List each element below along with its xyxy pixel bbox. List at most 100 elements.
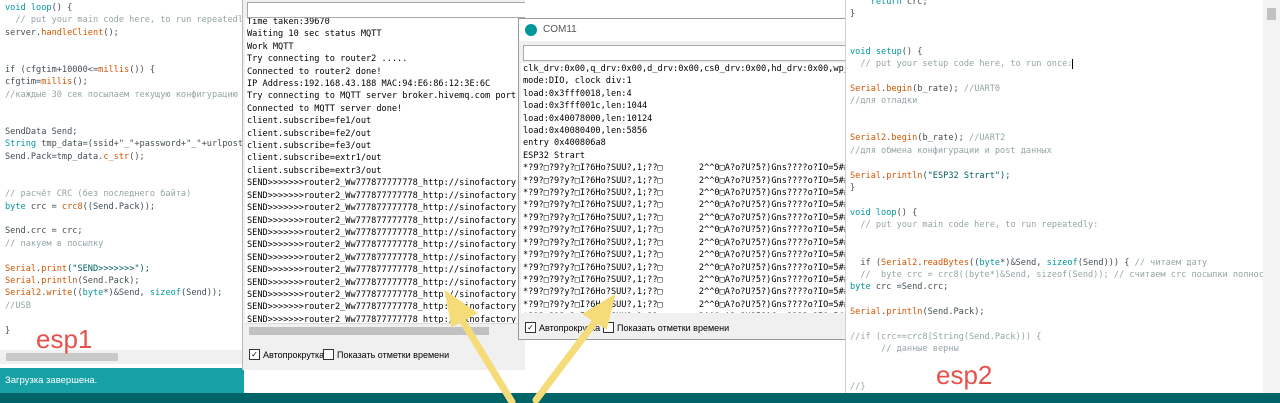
taskbar-strip — [0, 393, 1280, 403]
code-line: void setup() { — [850, 46, 923, 57]
serial-line: *?9?□?9?y?□I?6Ho?SUU?,1;??□ 2^^0□A?o?U?5… — [523, 262, 849, 273]
serial-line: *?9?□?9?y?□I?6Ho?SUU?,1;??□ 2^^0□A?o?U?5… — [523, 188, 849, 199]
code-line: server.handleClient(); — [5, 27, 119, 38]
serial-line: client.subscribe=extr3/out — [247, 165, 382, 176]
serial-line: *?9?□?9?y?□I?6Ho?SUU?,1;??□ 2^^0□A?o?U?5… — [523, 250, 849, 261]
esp2-code-editor[interactable]: return crc;} void setup() { // put your … — [845, 0, 1280, 393]
esp1-code-text[interactable]: void loop() { // put your main code here… — [5, 2, 244, 337]
serial-line: Waiting 10 sec status MQTT — [247, 29, 382, 40]
com11-autoscroll-label: Автопрокрутка — [539, 322, 601, 333]
com11-autoscroll-checkbox[interactable]: ✓ — [525, 322, 536, 333]
code-line: Send.crc = crc; — [5, 226, 83, 237]
code-line: cfgtim=millis(); — [5, 77, 88, 88]
serial-line: Try connecting to router2 ..... — [247, 54, 408, 65]
com11-titlebar[interactable]: COM11 — [519, 19, 851, 41]
serial-line: *?9?□?9?y?□I?6Ho?SUU?,1;??□ 2^^0□A?o?U?5… — [523, 311, 849, 313]
esp2-vertical-scrollbar[interactable] — [1263, 0, 1280, 393]
serial-line: SEND>>>>>>>router2_Ww777877777778_http:/… — [247, 227, 525, 238]
com11-timestamps-option[interactable]: Показать отметки времени — [603, 322, 729, 333]
com11-send-input[interactable] — [523, 45, 851, 61]
serial-line: entry 0x400806a8 — [523, 138, 606, 149]
code-line: String tmp_data=(ssid+"_"+password+"_"+u… — [5, 139, 244, 150]
timestamps-checkbox[interactable] — [323, 349, 334, 360]
serial-line: *?9?□?9?y?□I?6Ho?SUU?,1;??□ 2^^0□A?o?U?5… — [523, 274, 849, 285]
serial-line: load:0x3fff001c,len:1044 — [523, 101, 648, 112]
serial-line: client.subscribe=fe1/out — [247, 116, 372, 127]
com11-timestamps-checkbox[interactable] — [603, 322, 614, 333]
serial-line: client.subscribe=fe2/out — [247, 128, 372, 139]
code-line: //для отладки — [850, 96, 918, 107]
serial-output-area[interactable]: Time taken:39670 Waiting 10 sec status MQ… — [245, 18, 525, 323]
code-line: Serial2.begin(b_rate); //UART2 — [850, 133, 1006, 144]
serial-line: clk_drv:0x00,q_drv:0x00,d_drv:0x00,cs0_d… — [523, 64, 849, 74]
serial-output-text: Time taken:39670 Waiting 10 sec status MQ… — [247, 18, 525, 323]
serial-line: ESP32 Strart — [523, 150, 586, 161]
com11-timestamps-label: Показать отметки времени — [617, 322, 730, 333]
serial-line: *?9?□?9?y?□I?6Ho?SUU?,1;??□ 2^^0□A?o?U?5… — [523, 225, 849, 236]
serial-line: load:0x3fff0018,len:4 — [523, 88, 632, 99]
serial-line: Connected to router2 done! — [247, 66, 382, 77]
serial-output-hscrollbar[interactable] — [245, 323, 525, 338]
code-line: } — [850, 183, 856, 194]
serial-line: mode:DIO, clock div:1 — [523, 76, 632, 87]
serial-line: load:0x40080400,len:5856 — [523, 126, 648, 137]
esp1-status-text: Загрузка завершена. — [5, 375, 98, 386]
code-line: // пакуем в посылку — [5, 238, 104, 249]
code-line: Serial.begin(b_rate); //UART0 — [850, 83, 1001, 94]
serial-line: *?9?□?9?y?□I?6Ho?SUU?,1;??□ 2^^0□A?o?U?5… — [523, 237, 849, 248]
esp2-label: esp2 — [936, 360, 993, 390]
timestamps-option[interactable]: Показать отметки времени — [323, 349, 449, 360]
esp2-scrollbar-thumb[interactable] — [1267, 8, 1276, 20]
com11-autoscroll-option[interactable]: ✓ Автопрокрутка — [525, 322, 600, 333]
esp1-code-editor[interactable]: void loop() { // put your main code here… — [0, 0, 244, 368]
serial-line: Time taken:39670 — [247, 18, 330, 27]
esp1-label: esp1 — [36, 324, 93, 354]
code-line: if (cfgtim+10000<=millis()) { — [5, 65, 156, 76]
code-line: Serial.println(Send.Pack); — [850, 307, 985, 318]
serial-line: *?9?□?9?y?□I?6Ho?SUU?,1;??□ 2^^0□A?o?U?5… — [523, 175, 849, 186]
code-line: void loop() { — [5, 3, 73, 13]
serial-send-input[interactable] — [247, 2, 525, 18]
code-line: SendData Send; — [5, 127, 78, 138]
code-line: void loop() { — [850, 207, 918, 218]
serial-line: SEND>>>>>>>router2_Ww777877777778_http:/… — [247, 277, 525, 288]
code-line: //каждые 30 сек посылаем текущую конфигу… — [5, 89, 238, 100]
autoscroll-label: Автопрокрутка — [263, 349, 325, 360]
serial-line: SEND>>>>>>>router2_Ww777877777778_http:/… — [247, 265, 525, 276]
serial-output-scroll-thumb[interactable] — [249, 327, 489, 335]
autoscroll-option[interactable]: ✓ Автопрокрутка — [249, 349, 324, 360]
serial-line: *?9?□?9?y?□I?6Ho?SUU?,1;??□ 2^^0□A?o?U?5… — [523, 200, 849, 211]
serial-line: *?9?□?9?y?□I?6Ho?SUU?,1;??□ 2^^0□A?o?U?5… — [523, 163, 849, 174]
code-line: // put your main code here, to run repea… — [850, 220, 1099, 231]
code-line: Send.Pack=tmp_data.c_str(); — [5, 151, 145, 162]
com11-output-area[interactable]: clk_drv:0x00,q_drv:0x00,d_drv:0x00,cs0_d… — [521, 63, 849, 313]
code-line: //USB — [5, 300, 31, 311]
esp2-code-text[interactable]: return crc;} void setup() { // put your … — [850, 0, 1279, 393]
arduino-logo-icon — [525, 24, 537, 36]
code-line: byte crc =Send.crc; — [850, 282, 949, 293]
timestamps-label: Показать отметки времени — [337, 349, 450, 360]
autoscroll-checkbox[interactable]: ✓ — [249, 349, 260, 360]
esp1-status-bar: Загрузка завершена. — [0, 368, 244, 393]
serial-monitor-esp1: Time taken:39670 Waiting 10 sec status MQ… — [242, 0, 525, 370]
code-line: // данные верны — [850, 344, 959, 355]
code-line: Serial.println(Send.Pack); — [5, 275, 140, 286]
code-line: // расчёт CRC (без последнего байта) — [5, 189, 192, 200]
serial-line: SEND>>>>>>>router2_Ww777877777778_http:/… — [247, 252, 525, 263]
